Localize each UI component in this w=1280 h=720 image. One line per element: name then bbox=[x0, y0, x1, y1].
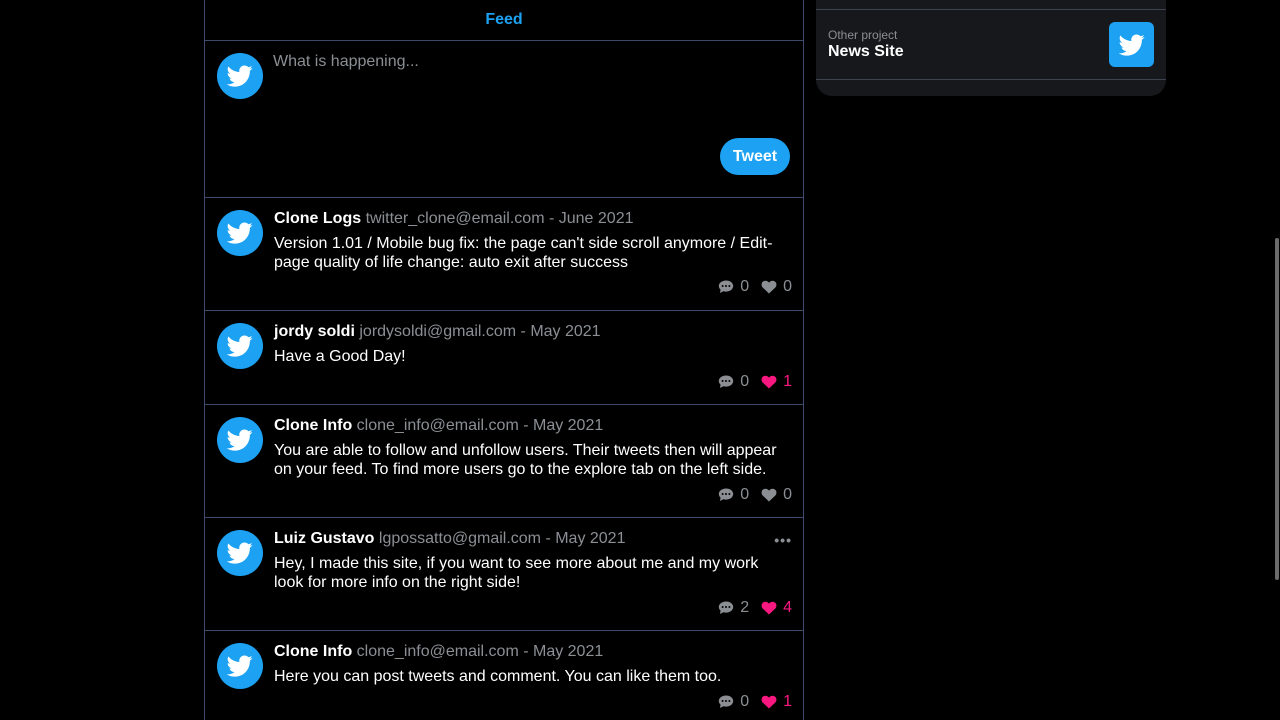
avatar[interactable] bbox=[217, 417, 263, 463]
comment-button[interactable]: 0 bbox=[718, 278, 749, 296]
tweet-actions: 0 0 bbox=[718, 278, 792, 296]
like-count: 1 bbox=[783, 373, 792, 390]
comment-icon bbox=[718, 488, 734, 501]
comment-button[interactable]: 0 bbox=[718, 486, 749, 504]
like-button[interactable]: 0 bbox=[761, 486, 792, 504]
twitter-bird-icon bbox=[227, 335, 253, 357]
feed-header: Feed bbox=[205, 0, 803, 41]
avatar[interactable] bbox=[217, 210, 263, 256]
feed-title: Feed bbox=[485, 11, 523, 28]
tweet-item[interactable]: jordy soldi jordysoldi@gmail.com - May 2… bbox=[205, 311, 803, 405]
tweet-body: Luiz Gustavo lgpossatto@gmail.com - May … bbox=[274, 530, 792, 592]
twitter-bird-icon bbox=[227, 429, 253, 451]
twitter-bird-icon[interactable] bbox=[1109, 22, 1154, 67]
comment-count: 0 bbox=[740, 486, 750, 503]
scrollbar[interactable] bbox=[1275, 238, 1279, 580]
tweet-item[interactable]: Clone Logs twitter_clone@email.com - Jun… bbox=[205, 198, 803, 311]
divider bbox=[816, 79, 1166, 80]
tweet-header: Clone Info clone_info@email.com - May 20… bbox=[274, 417, 792, 435]
comment-count: 2 bbox=[740, 599, 750, 616]
tweet-author[interactable]: Luiz Gustavo bbox=[274, 530, 374, 547]
twitter-bird-icon bbox=[227, 65, 253, 87]
project-label: Other project bbox=[828, 28, 898, 42]
tweet-text: Have a Good Day! bbox=[274, 348, 406, 365]
tweet-actions: 2 4 bbox=[718, 599, 792, 617]
comment-button[interactable]: 0 bbox=[718, 693, 749, 711]
tweet-actions: 0 0 bbox=[718, 486, 792, 504]
comment-count: 0 bbox=[740, 693, 750, 710]
other-project-card[interactable]: Other project News Site bbox=[816, 0, 1166, 96]
tweet-button[interactable]: Tweet bbox=[720, 138, 790, 175]
tweet-text: You are able to follow and unfollow user… bbox=[274, 442, 777, 478]
twitter-bird-icon bbox=[1118, 33, 1145, 56]
comment-icon bbox=[718, 601, 734, 614]
avatar[interactable] bbox=[217, 530, 263, 576]
tweet-actions: 0 1 bbox=[718, 693, 792, 711]
twitter-bird-icon bbox=[227, 542, 253, 564]
tweet-meta: clone_info@email.com - May 2021 bbox=[356, 643, 604, 660]
comment-icon bbox=[718, 280, 734, 293]
tweet-body: jordy soldi jordysoldi@gmail.com - May 2… bbox=[274, 323, 792, 366]
tweet-header: Luiz Gustavo lgpossatto@gmail.com - May … bbox=[274, 530, 792, 548]
comment-icon bbox=[718, 375, 734, 388]
heart-icon bbox=[761, 375, 777, 389]
tweet-meta: twitter_clone@email.com - June 2021 bbox=[365, 210, 634, 227]
like-button[interactable]: 0 bbox=[761, 278, 792, 296]
tweet-item[interactable]: ••• Luiz Gustavo lgpossatto@gmail.com - … bbox=[205, 518, 803, 631]
like-button[interactable]: 1 bbox=[761, 693, 792, 711]
like-button[interactable]: 4 bbox=[761, 599, 792, 617]
heart-icon bbox=[761, 695, 777, 709]
avatar[interactable] bbox=[217, 323, 263, 369]
tweet-body: Clone Info clone_info@email.com - May 20… bbox=[274, 643, 792, 686]
avatar[interactable] bbox=[217, 53, 263, 99]
tweet-author[interactable]: jordy soldi bbox=[274, 323, 355, 340]
tweet-body: Clone Logs twitter_clone@email.com - Jun… bbox=[274, 210, 792, 272]
like-count: 0 bbox=[783, 278, 792, 295]
like-count: 1 bbox=[783, 693, 792, 710]
comment-button[interactable]: 0 bbox=[718, 373, 749, 391]
heart-icon bbox=[761, 601, 777, 615]
tweet-header: Clone Info clone_info@email.com - May 20… bbox=[274, 643, 792, 661]
avatar[interactable] bbox=[217, 643, 263, 689]
tweet-meta: jordysoldi@gmail.com - May 2021 bbox=[359, 323, 601, 340]
tweet-author[interactable]: Clone Info bbox=[274, 643, 352, 660]
feed-column: Feed Tweet Clone Logs twitter_clone@emai… bbox=[204, 0, 804, 720]
tweet-item[interactable]: Clone Info clone_info@email.com - May 20… bbox=[205, 405, 803, 518]
divider bbox=[816, 9, 1166, 10]
like-button[interactable]: 1 bbox=[761, 373, 792, 391]
tweet-meta: clone_info@email.com - May 2021 bbox=[356, 417, 604, 434]
heart-icon bbox=[761, 488, 777, 502]
tweet-author[interactable]: Clone Logs bbox=[274, 210, 361, 227]
tweet-composer: Tweet bbox=[205, 41, 803, 198]
comment-button[interactable]: 2 bbox=[718, 599, 749, 617]
tweet-actions: 0 1 bbox=[718, 373, 792, 391]
tweet-author[interactable]: Clone Info bbox=[274, 417, 352, 434]
twitter-bird-icon bbox=[227, 222, 253, 244]
tweet-text: Version 1.01 / Mobile bug fix: the page … bbox=[274, 235, 773, 271]
twitter-bird-icon bbox=[227, 655, 253, 677]
tweet-body: Clone Info clone_info@email.com - May 20… bbox=[274, 417, 792, 479]
project-name[interactable]: News Site bbox=[828, 43, 904, 61]
tweet-item[interactable]: Clone Info clone_info@email.com - May 20… bbox=[205, 631, 803, 720]
like-count: 0 bbox=[783, 486, 792, 503]
tweet-header: Clone Logs twitter_clone@email.com - Jun… bbox=[274, 210, 792, 228]
tweet-input[interactable] bbox=[273, 53, 783, 123]
comment-count: 0 bbox=[740, 278, 750, 295]
tweet-meta: lgpossatto@gmail.com - May 2021 bbox=[378, 530, 626, 547]
tweet-text: Here you can post tweets and comment. Yo… bbox=[274, 668, 722, 685]
tweet-header: jordy soldi jordysoldi@gmail.com - May 2… bbox=[274, 323, 792, 341]
comment-count: 0 bbox=[740, 373, 750, 390]
comment-icon bbox=[718, 695, 734, 708]
heart-icon bbox=[761, 280, 777, 294]
like-count: 4 bbox=[783, 599, 792, 616]
tweet-text: Hey, I made this site, if you want to se… bbox=[274, 555, 759, 591]
